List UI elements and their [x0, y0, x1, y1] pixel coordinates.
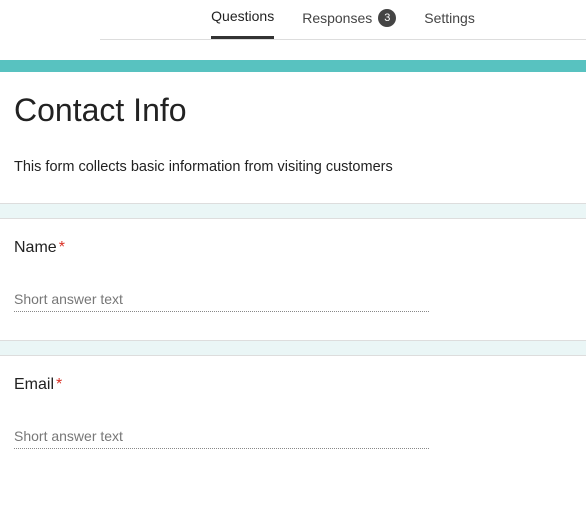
tab-settings[interactable]: Settings — [424, 8, 475, 39]
form-accent-bar — [0, 60, 586, 72]
tab-label: Responses — [302, 10, 372, 26]
tab-label: Questions — [211, 8, 274, 24]
tab-responses[interactable]: Responses 3 — [302, 8, 396, 39]
required-asterisk: * — [59, 239, 65, 256]
card-divider — [0, 203, 586, 219]
question-text: Email — [14, 376, 54, 393]
form-description[interactable]: This form collects basic information fro… — [14, 159, 572, 175]
question-label[interactable]: Name* — [14, 239, 572, 257]
tab-label: Settings — [424, 10, 475, 26]
question-card-email[interactable]: Email* — [0, 356, 586, 477]
question-card-name[interactable]: Name* — [0, 219, 586, 340]
short-answer-input[interactable] — [14, 287, 429, 312]
tab-questions[interactable]: Questions — [211, 8, 274, 39]
form-title[interactable]: Contact Info — [14, 92, 572, 129]
required-asterisk: * — [56, 376, 62, 393]
question-label[interactable]: Email* — [14, 376, 572, 394]
short-answer-input[interactable] — [14, 424, 429, 449]
question-text: Name — [14, 239, 57, 256]
form-header-card[interactable]: Contact Info This form collects basic in… — [0, 72, 586, 203]
card-divider — [0, 340, 586, 356]
responses-count-badge: 3 — [378, 9, 396, 27]
form-tabs: Questions Responses 3 Settings — [100, 0, 586, 40]
